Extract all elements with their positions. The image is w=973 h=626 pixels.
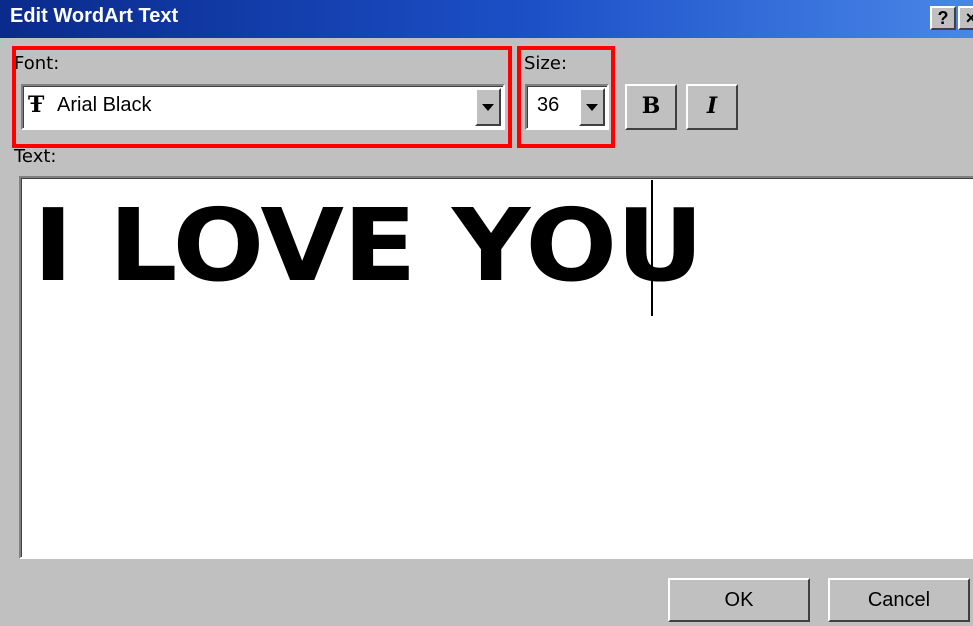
size-label: Size: <box>524 53 568 74</box>
size-dropdown-button[interactable] <box>579 88 605 126</box>
font-combobox[interactable]: Ŧ Arial Black <box>21 84 505 130</box>
close-button[interactable]: × <box>958 6 973 30</box>
font-value: Arial Black <box>57 94 152 116</box>
cancel-button[interactable]: Cancel <box>828 578 970 622</box>
title-bar: Edit WordArt Text ? × <box>0 0 973 38</box>
text-cursor <box>651 180 653 316</box>
text-label: Text: <box>14 146 57 167</box>
size-value: 36 <box>537 94 560 116</box>
size-combobox[interactable]: 36 <box>525 84 609 130</box>
italic-button[interactable]: I <box>686 84 738 130</box>
wordart-text: I LOVE YOU <box>33 187 704 304</box>
bold-button[interactable]: B <box>625 84 677 130</box>
font-dropdown-button[interactable] <box>475 88 501 126</box>
font-label: Font: <box>14 53 60 74</box>
chevron-down-icon <box>482 104 494 111</box>
help-button[interactable]: ? <box>930 6 956 30</box>
window-title: Edit WordArt Text <box>10 5 179 27</box>
ok-button[interactable]: OK <box>668 578 810 622</box>
text-input-area[interactable]: I LOVE YOU <box>19 176 973 559</box>
chevron-down-icon <box>586 104 598 111</box>
truetype-font-icon: Ŧ <box>28 92 45 118</box>
